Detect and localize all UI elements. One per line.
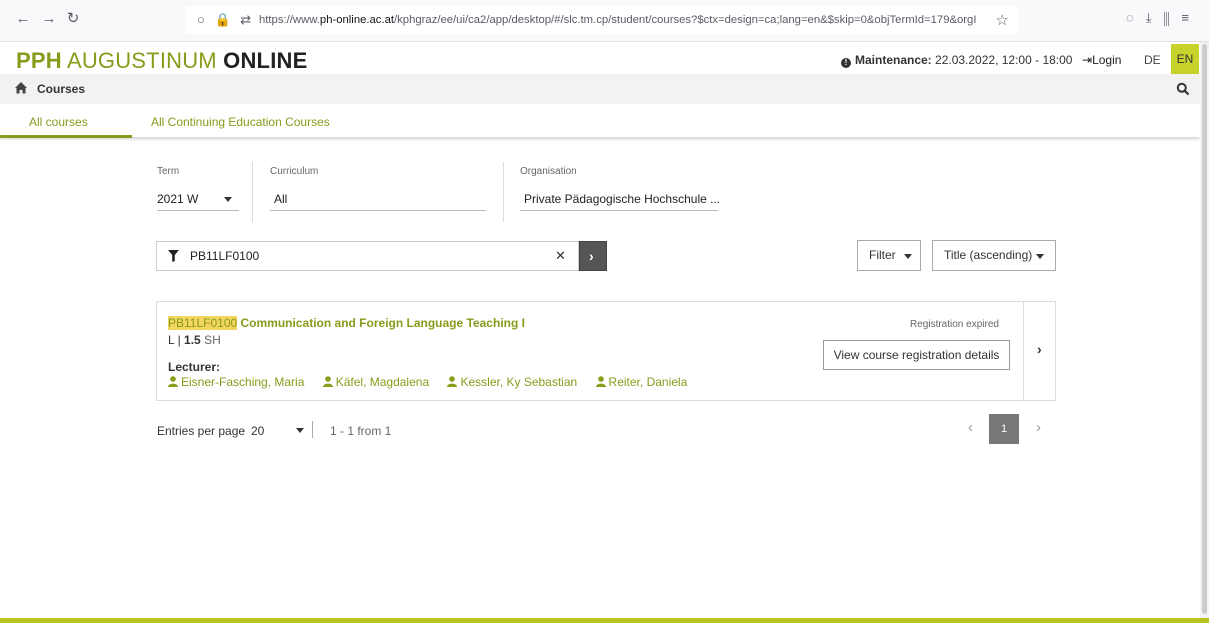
- previous-page-icon[interactable]: ‹: [968, 419, 973, 436]
- lecturer-link[interactable]: Reiter, Daniela: [595, 375, 687, 389]
- search-icon[interactable]: [1176, 82, 1190, 96]
- entries-per-page-select[interactable]: 20: [251, 424, 264, 438]
- tab-continuing-education[interactable]: All Continuing Education Courses: [151, 115, 330, 129]
- divider: [312, 421, 313, 438]
- search-submit-button[interactable]: ›: [579, 241, 607, 271]
- term-label: Term: [157, 166, 180, 177]
- filter-icon: [168, 250, 179, 262]
- chevron-down-icon: [904, 254, 912, 259]
- tab-bar: All courses All Continuing Education Cou…: [0, 104, 1200, 138]
- divider: [503, 162, 504, 222]
- user-icon: [168, 376, 178, 387]
- chevron-down-icon[interactable]: [296, 428, 304, 433]
- page-title: Courses: [37, 82, 86, 96]
- course-type: L | 1.5 SH: [168, 333, 221, 347]
- organisation-label: Organisation: [520, 166, 577, 177]
- scrollbar-thumb[interactable]: [1202, 44, 1207, 614]
- user-icon: [595, 376, 606, 387]
- site-info-icons[interactable]: ○ 🔒 ⇄: [197, 12, 254, 28]
- language-de[interactable]: DE: [1144, 53, 1161, 67]
- lecturer-list: Eisner-Fasching, Maria Käfel, Magdalena …: [168, 375, 702, 389]
- site-logo[interactable]: PPH AUGUSTINUM ONLINE: [16, 48, 307, 74]
- user-icon: [447, 376, 458, 387]
- course-heading: PB11LF0100 Communication and Foreign Lan…: [168, 316, 525, 330]
- home-icon[interactable]: [14, 81, 28, 95]
- search-input[interactable]: PB11LF0100: [190, 249, 259, 263]
- lecturer-link[interactable]: Käfel, Magdalena: [322, 375, 429, 389]
- divider: [252, 162, 253, 222]
- download-icon[interactable]: ⤓: [1146, 10, 1164, 25]
- login-icon: ⇥: [1082, 53, 1093, 67]
- menu-icon[interactable]: ≡: [1181, 10, 1201, 25]
- lecturer-link[interactable]: Kessler, Ky Sebastian: [447, 375, 577, 389]
- organisation-underline: [520, 210, 718, 211]
- sort-button[interactable]: Title (ascending): [932, 240, 1056, 271]
- page-range: 1 - 1 from 1: [330, 424, 392, 438]
- course-search-field[interactable]: PB11LF0100 ✕: [156, 241, 579, 271]
- scrollbar[interactable]: [1200, 42, 1209, 618]
- user-icon: [322, 376, 333, 387]
- browser-tools: ◌⤓⫼≡: [1126, 10, 1201, 26]
- site-header: PPH AUGUSTINUM ONLINE ! Maintenance: 22.0…: [0, 42, 1200, 74]
- lecturer-label: Lecturer:: [168, 360, 221, 374]
- current-page[interactable]: 1: [989, 414, 1019, 444]
- filter-button[interactable]: Filter: [857, 240, 921, 271]
- curriculum-input[interactable]: All: [274, 192, 287, 206]
- term-select[interactable]: 2021 W: [157, 192, 198, 206]
- breadcrumb: Courses: [0, 74, 1200, 104]
- term-underline: [157, 210, 239, 211]
- divider: [1023, 302, 1024, 400]
- active-tab-indicator: [0, 135, 132, 138]
- chevron-down-icon: [1036, 254, 1044, 259]
- curriculum-underline: [270, 210, 486, 211]
- course-card[interactable]: PB11LF0100 Communication and Foreign Lan…: [156, 301, 1056, 401]
- browser-toolbar: ← → ↻ ○ 🔒 ⇄ https://www.ph-online.ac.at/…: [0, 0, 1209, 42]
- forward-arrow-icon[interactable]: →: [40, 10, 58, 28]
- pocket-icon[interactable]: ◌: [1126, 10, 1146, 25]
- language-en[interactable]: EN: [1171, 44, 1199, 74]
- footer-bar: [0, 618, 1209, 623]
- reload-icon[interactable]: ↻: [64, 10, 82, 28]
- url-text[interactable]: https://www.ph-online.ac.at/kphgraz/ee/u…: [259, 14, 977, 26]
- lecturer-link[interactable]: Eisner-Fasching, Maria: [168, 375, 304, 389]
- library-icon[interactable]: ⫼: [1163, 10, 1181, 25]
- back-arrow-icon[interactable]: ←: [14, 10, 32, 28]
- course-title-link[interactable]: Communication and Foreign Language Teach…: [241, 316, 525, 330]
- next-page-icon[interactable]: ›: [1036, 419, 1041, 436]
- course-code[interactable]: PB11LF0100: [168, 316, 238, 330]
- address-bar[interactable]: ○ 🔒 ⇄ https://www.ph-online.ac.at/kphgra…: [186, 6, 1018, 34]
- clear-icon[interactable]: ✕: [555, 248, 566, 264]
- entries-per-page-label: Entries per page: [157, 424, 246, 438]
- bookmark-star-icon[interactable]: ☆: [996, 11, 1009, 29]
- view-registration-button[interactable]: View course registration details: [823, 340, 1010, 370]
- chevron-right-icon: ›: [589, 248, 594, 264]
- curriculum-label: Curriculum: [270, 166, 319, 177]
- organisation-select[interactable]: Private Pädagogische Hochschule ...: [524, 192, 720, 206]
- term-dropdown-caret-icon[interactable]: [224, 197, 232, 202]
- login-link[interactable]: ⇥Login: [1082, 53, 1121, 67]
- registration-status: Registration expired: [910, 319, 999, 330]
- info-icon: !: [841, 58, 851, 68]
- chevron-right-icon[interactable]: ›: [1037, 341, 1042, 357]
- tab-all-courses[interactable]: All courses: [29, 115, 88, 129]
- maintenance-notice: ! Maintenance: 22.03.2022, 12:00 - 18:00: [841, 53, 1072, 68]
